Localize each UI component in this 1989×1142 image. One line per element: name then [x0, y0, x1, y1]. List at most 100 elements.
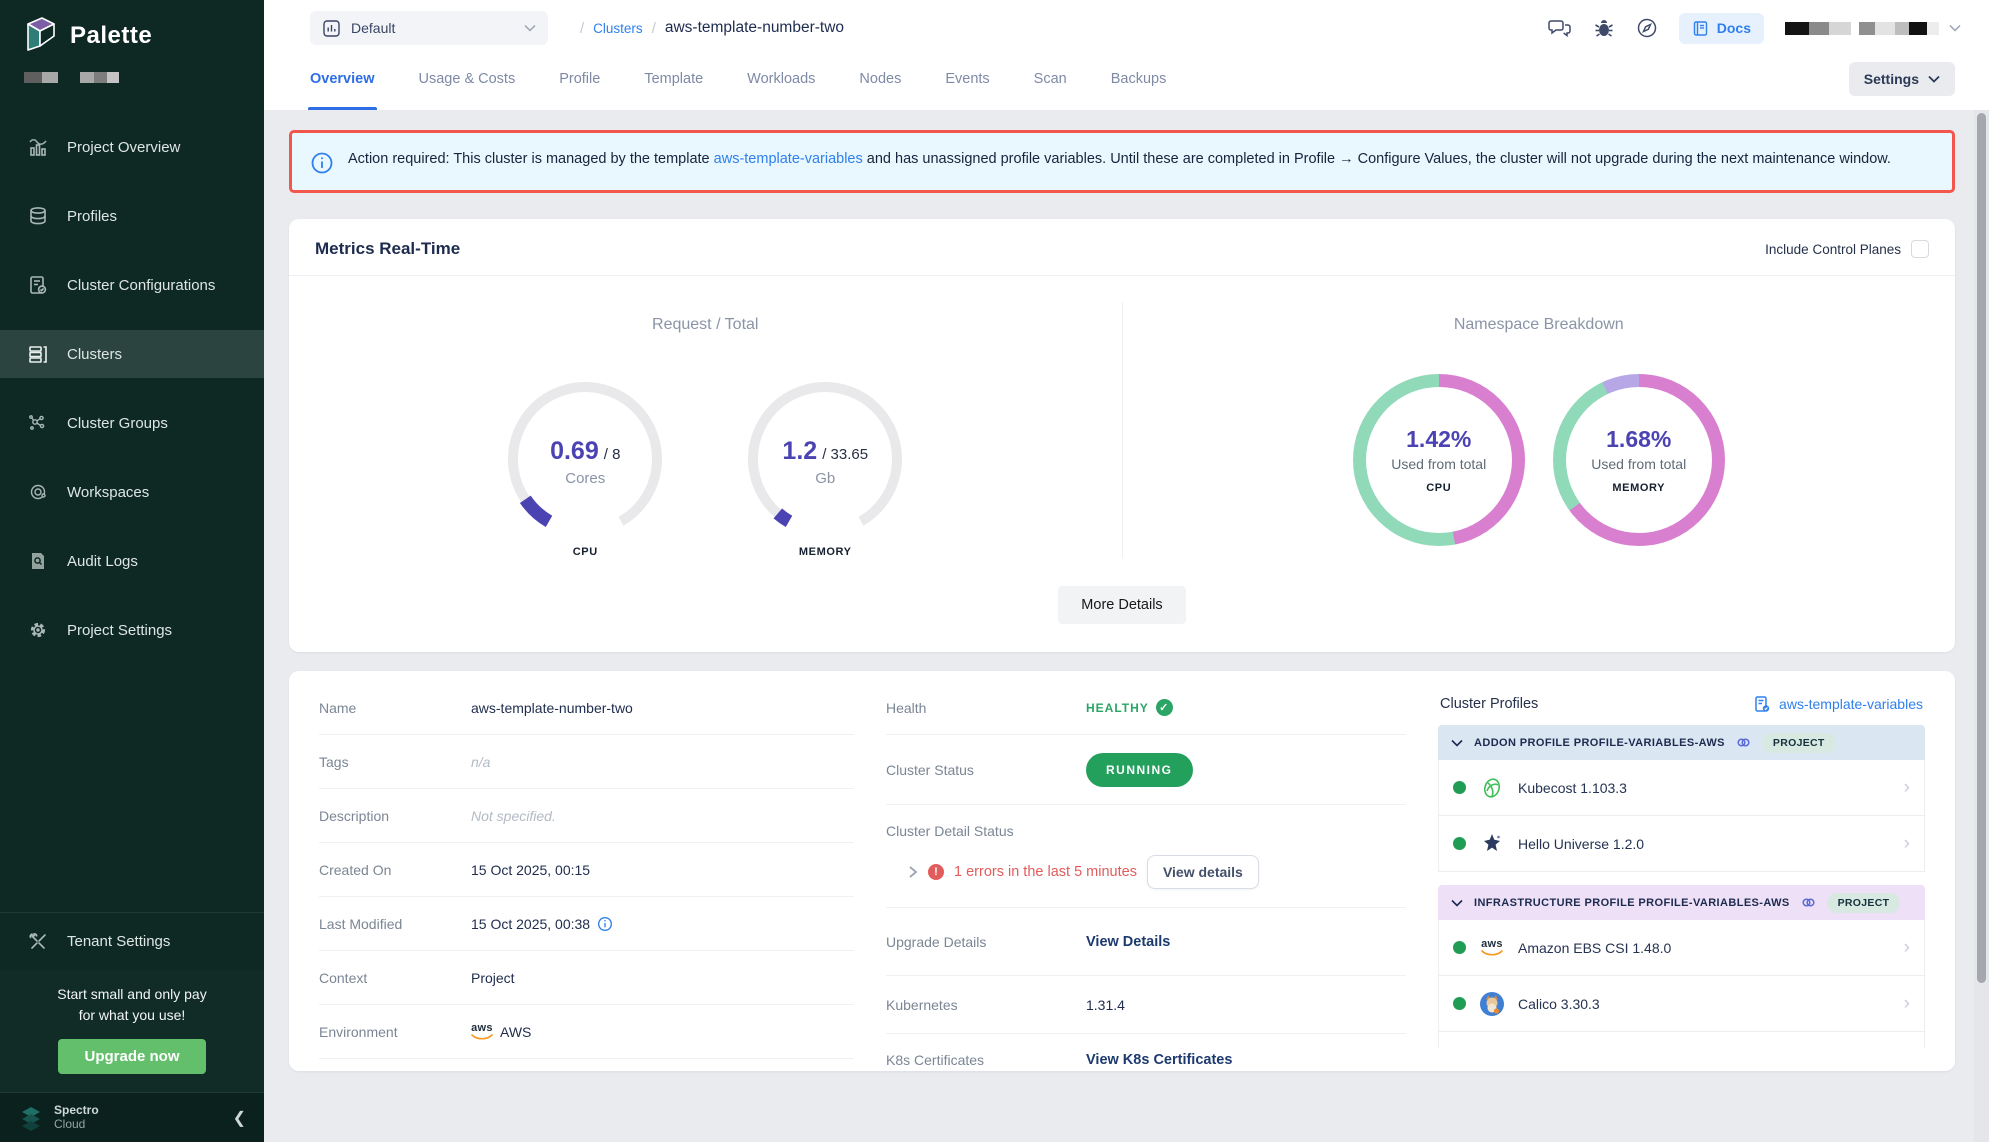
book-icon: [1692, 20, 1709, 37]
profile-item-kubecost[interactable]: Kubecost 1.103.3 ›: [1438, 760, 1925, 816]
detail-row-created-on: Created On 15 Oct 2025, 00:15: [319, 843, 854, 897]
compass-tour-icon[interactable]: [1636, 17, 1658, 39]
sidebar: Palette Project Overview Profiles: [0, 0, 264, 1142]
tab-usage-costs[interactable]: Usage & Costs: [419, 48, 516, 110]
template-variables-link[interactable]: aws-template-variables: [1753, 695, 1923, 713]
namespace-cpu-label: CPU: [1426, 482, 1451, 494]
project-badge: PROJECT: [1827, 893, 1901, 913]
settings-button[interactable]: Settings: [1849, 62, 1955, 96]
memory-request-value: 1.2: [782, 437, 817, 466]
breadcrumb-clusters-link[interactable]: Clusters: [593, 21, 643, 36]
namespace-memory-label: MEMORY: [1612, 482, 1665, 494]
docs-button[interactable]: Docs: [1679, 13, 1764, 44]
project-selector-dropdown[interactable]: Default: [310, 11, 548, 45]
tab-overview[interactable]: Overview: [310, 48, 375, 110]
upgrade-details-row: Upgrade Details View Details: [886, 908, 1406, 976]
app-name: Palette: [70, 22, 152, 50]
detail-row-tags: Tags n/a: [319, 735, 854, 789]
project-chart-icon: [322, 19, 341, 38]
view-k8s-certificates-link[interactable]: View K8s Certificates: [1086, 1052, 1406, 1068]
profile-item-hello-universe[interactable]: Hello Universe 1.2.0 ›: [1438, 816, 1925, 872]
upgrade-now-button[interactable]: Upgrade now: [58, 1039, 205, 1074]
sidebar-item-tenant-settings[interactable]: Tenant Settings: [0, 912, 264, 970]
chevron-right-icon: ›: [1904, 833, 1910, 855]
cluster-profiles-title: Cluster Profiles: [1440, 696, 1538, 712]
sidebar-item-label: Project Overview: [67, 139, 180, 156]
status-dot-icon: [1453, 997, 1466, 1010]
feedback-chat-icon[interactable]: [1548, 17, 1572, 39]
request-total-title: Request / Total: [652, 316, 758, 334]
aws-icon: aws: [1479, 935, 1505, 961]
chevron-down-icon: [1451, 899, 1463, 907]
more-details-button[interactable]: More Details: [1058, 586, 1185, 624]
status-dot-icon: [1453, 837, 1466, 850]
sidebar-item-label: Tenant Settings: [67, 933, 170, 950]
tab-template[interactable]: Template: [644, 48, 703, 110]
page-content: Action required: This cluster is managed…: [264, 110, 1989, 1142]
detail-row-description: Description Not specified.: [319, 789, 854, 843]
profile-item-calico[interactable]: Calico 3.30.3 ›: [1438, 976, 1925, 1032]
sidebar-item-workspaces[interactable]: Workspaces: [0, 468, 264, 516]
alert-template-link[interactable]: aws-template-variables: [714, 151, 863, 167]
spectro-cloud-logo-icon: [18, 1105, 44, 1131]
sidebar-item-clusters[interactable]: Clusters: [0, 330, 264, 378]
sidebar-item-cluster-configurations[interactable]: Cluster Configurations: [0, 261, 264, 309]
tab-events[interactable]: Events: [945, 48, 989, 110]
sidebar-item-project-overview[interactable]: Project Overview: [0, 123, 264, 171]
breadcrumb-current: aws-template-number-two: [665, 19, 844, 37]
profile-item-amazon-ebs-csi[interactable]: aws Amazon EBS CSI 1.48.0 ›: [1438, 920, 1925, 976]
sidebar-item-profiles[interactable]: Profiles: [0, 192, 264, 240]
cpu-unit: Cores: [565, 470, 605, 487]
chevron-down-icon: [1928, 75, 1940, 83]
expand-chevron-icon[interactable]: [908, 865, 918, 879]
error-icon: !: [928, 864, 944, 880]
hello-universe-icon: [1479, 831, 1505, 857]
metrics-title: Metrics Real-Time: [315, 239, 460, 259]
addon-profile-group-header[interactable]: ADDON PROFILE PROFILE-VARIABLES-AWS PROJ…: [1438, 725, 1925, 760]
main-area: Default / Clusters / aws-template-number…: [264, 0, 1989, 1142]
k8s-certificates-row: K8s Certificates View K8s Certificates: [886, 1034, 1406, 1086]
scrollbar-thumb[interactable]: [1977, 113, 1986, 983]
network-nodes-icon: [26, 411, 50, 435]
bug-report-icon[interactable]: [1593, 17, 1615, 39]
cluster-detail-status-row: Cluster Detail Status ! 1 errors in the …: [886, 805, 1406, 908]
cluster-tabs: Overview Usage & Costs Profile Template …: [310, 48, 1166, 110]
tab-profile[interactable]: Profile: [559, 48, 600, 110]
user-menu[interactable]: [1785, 22, 1961, 35]
tab-nodes[interactable]: Nodes: [859, 48, 901, 110]
info-icon[interactable]: [597, 916, 613, 932]
upgrade-view-details-link[interactable]: View Details: [1086, 934, 1406, 950]
bar-chart-icon: [26, 135, 50, 159]
detail-row-context: Context Project: [319, 951, 854, 1005]
server-stack-icon: [26, 342, 50, 366]
running-status-badge: RUNNING: [1086, 753, 1193, 787]
view-details-button[interactable]: View details: [1147, 855, 1259, 889]
sidebar-item-label: Audit Logs: [67, 553, 138, 570]
palette-logo-icon: [22, 16, 58, 56]
memory-unit: Gb: [815, 470, 835, 487]
sidebar-item-label: Profiles: [67, 208, 117, 225]
sidebar-item-project-settings[interactable]: Project Settings: [0, 606, 264, 654]
tab-scan[interactable]: Scan: [1034, 48, 1067, 110]
sidebar-collapse-icon[interactable]: ❮: [233, 1108, 246, 1128]
alert-text: Action required: This cluster is managed…: [348, 148, 1891, 171]
sidebar-item-audit-logs[interactable]: Audit Logs: [0, 537, 264, 585]
action-required-alert: Action required: This cluster is managed…: [289, 130, 1955, 193]
cpu-total-value: / 8: [604, 446, 621, 463]
upsell-text: Start small and only pay for what you us…: [16, 984, 248, 1025]
sidebar-item-label: Workspaces: [67, 484, 149, 501]
calico-icon: [1479, 991, 1505, 1017]
infrastructure-profile-group-header[interactable]: INFRASTRUCTURE PROFILE PROFILE-VARIABLES…: [1438, 885, 1925, 920]
detail-row-name: Name aws-template-number-two: [319, 681, 854, 735]
tab-backups[interactable]: Backups: [1111, 48, 1167, 110]
tab-workloads[interactable]: Workloads: [747, 48, 815, 110]
health-row: Health HEALTHY ✓: [886, 681, 1406, 735]
cpu-gauge: 0.69 / 8 Cores CPU: [480, 374, 690, 558]
cpu-gauge-label: CPU: [573, 546, 598, 558]
link-icon: [1736, 735, 1751, 750]
vertical-scrollbar[interactable]: [1974, 110, 1989, 1142]
include-control-planes-checkbox[interactable]: [1911, 240, 1929, 258]
include-control-planes-label: Include Control Planes: [1765, 242, 1901, 257]
sidebar-item-label: Clusters: [67, 346, 122, 363]
sidebar-item-cluster-groups[interactable]: Cluster Groups: [0, 399, 264, 447]
